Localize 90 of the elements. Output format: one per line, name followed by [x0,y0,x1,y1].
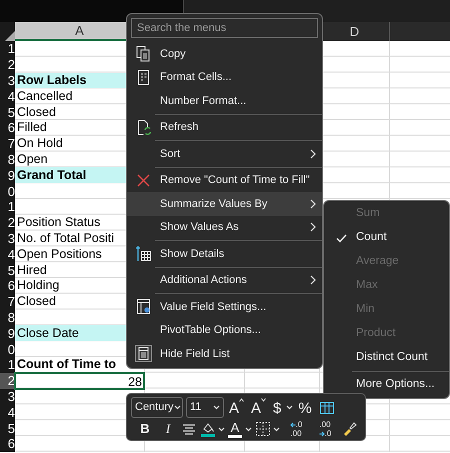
decrease-decimal-button[interactable]: .0 .00 [283,419,309,439]
arrow-left-icon [290,422,296,428]
menu-item[interactable]: Show Details [127,242,322,266]
borders-button[interactable] [255,419,280,439]
caret-icon [286,405,294,410]
row-number: 5 [8,106,15,119]
row-number: 3 [8,232,15,245]
menu-item[interactable]: Distinct Count [324,346,449,370]
table-icon [135,245,152,262]
row-number: 4 [8,248,15,261]
row-number: 0 [8,184,15,198]
menu-item[interactable]: Hide Field List [127,342,322,366]
row-number: 9 [8,168,15,182]
row-number: 1 [8,200,15,214]
row-number: 1 [8,42,15,56]
search-field[interactable]: Search the menus [131,18,318,38]
borders-icon [255,421,271,437]
table-cell: 28 [15,372,144,389]
caret-icon [245,426,252,432]
table-cell-text: Position Status [16,214,102,231]
row-number: 5 [8,422,15,435]
row-number: 3 [8,390,15,403]
settings-icon [135,298,152,316]
shrink-button[interactable]: A [249,398,268,418]
italic-button[interactable]: I [158,419,178,439]
chevron-right-icon [310,275,316,286]
format-cells-icon [135,68,152,86]
table-cell-text: Count of Time to [16,356,118,373]
field-list-icon [135,345,152,362]
table-cell-text: Open [16,152,49,168]
caret-icon [273,426,280,432]
chevron-right-icon [310,148,316,159]
menu-item[interactable]: Additional Actions [127,268,322,292]
chevron-right-icon [310,198,316,209]
font-dropdown[interactable]: Century [131,397,183,418]
currency-button[interactable]: $ [271,398,284,418]
arrow-right-icon [318,430,325,436]
refresh-icon [135,118,152,136]
row-number: 6 [8,121,15,134]
row-number: 4 [8,406,15,419]
table-cell-text: On Hold [16,136,64,152]
fill-color-icon [200,421,216,437]
table-cell-text: Closed [16,104,57,120]
menu-item[interactable]: Value Field Settings... [127,295,322,318]
menu-item[interactable]: Show Values As [127,216,322,239]
font-size-dropdown[interactable]: 11 [186,397,224,418]
row-number: 1 [8,358,15,372]
row-number: 2 [8,374,15,388]
row-number: 6 [8,437,15,450]
table-icon [318,400,335,416]
menu-item[interactable]: Copy [127,42,322,66]
row-number: 2 [8,216,15,230]
table-cell-text: Holding [16,278,60,294]
increase-decimal-button[interactable]: .00 .0 [312,419,338,439]
font-color-button[interactable]: A [228,419,252,439]
row-number: 4 [8,90,15,103]
bold-button[interactable]: B [135,419,155,439]
menu-item[interactable]: Count [324,226,449,250]
check-icon [336,234,347,242]
caret-icon [218,426,225,432]
table-cell-text: Filled [16,120,48,136]
caret-up-icon [239,398,244,402]
row-number: 9 [8,326,15,340]
row-number: 8 [8,152,15,166]
percent-button[interactable]: % [296,398,314,418]
caret-icon [174,405,181,410]
menu-item[interactable]: Number Format... [127,89,322,112]
table-cell-text: No. of Total Positi [16,230,116,246]
row-number: 7 [8,295,15,308]
caret-icon [261,398,266,402]
copy-icon [135,45,152,62]
row-number: 0 [8,342,15,356]
row-number: 3 [8,74,15,87]
menu-item[interactable]: More Options... [324,373,449,397]
row-number: 7 [8,137,15,150]
table-cell-text: Closed [16,294,57,310]
table-cell-text: Open Positions [16,246,103,262]
row-number: 6 [8,279,15,292]
row-number: 2 [8,58,15,72]
menu-item[interactable]: Sort [127,142,322,166]
menu-item[interactable]: Refresh [127,116,322,139]
menu-item[interactable]: Summarize Values By [127,192,322,216]
chevron-right-icon [310,222,316,232]
row-number: 8 [8,310,15,324]
close-icon [135,172,152,189]
row-number: 5 [8,264,15,277]
caret-icon [213,405,220,410]
table-cell-text: Hired [16,262,48,278]
table-cell-text: Cancelled [16,88,74,104]
grow-button[interactable]: A [227,398,246,418]
